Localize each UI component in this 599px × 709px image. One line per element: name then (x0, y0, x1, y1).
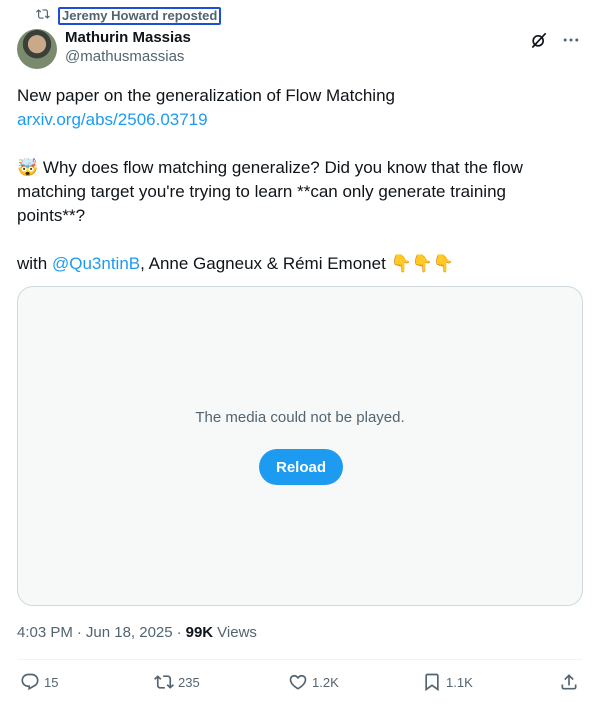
tweet-top-icons (529, 30, 581, 50)
tweet-date[interactable]: Jun 18, 2025 (86, 624, 173, 641)
repost-icon (36, 7, 50, 26)
tweet-text: New paper on the generalization of Flow … (17, 84, 577, 276)
bookmark-button[interactable]: 1.1K (422, 672, 473, 692)
author-handle[interactable]: @mathusmassias (65, 47, 191, 67)
like-button[interactable]: 1.2K (288, 672, 339, 692)
author-name[interactable]: Mathurin Massias (65, 29, 191, 47)
author-block: Mathurin Massias @mathusmassias (65, 29, 191, 67)
tweet-meta: 4:03 PM · Jun 18, 2025 · 99K Views (17, 624, 257, 641)
more-options-icon[interactable] (561, 30, 581, 50)
repost-indicator: Jeremy Howard reposted (36, 6, 222, 26)
reply-button[interactable]: 15 (20, 672, 58, 692)
tweet-line-1: New paper on the generalization of Flow … (17, 86, 395, 105)
paper-link[interactable]: arxiv.org/abs/2506.03719 (17, 110, 208, 129)
tweet-question-text: Why does flow matching generalize? Did y… (17, 158, 523, 225)
views-label: Views (217, 624, 257, 641)
share-icon (559, 672, 579, 692)
tweet-with-line: with @Qu3ntinB, Anne Gagneux & Rémi Emon… (17, 252, 577, 276)
reply-count: 15 (44, 674, 59, 690)
repost-label[interactable]: Jeremy Howard reposted (58, 7, 222, 25)
share-button[interactable] (559, 672, 579, 692)
media-error-message: The media could not be played. (195, 409, 405, 426)
bookmark-count: 1.1K (446, 674, 473, 690)
pointing-down-emojis: 👇👇👇 (390, 254, 455, 274)
repost-count: 235 (178, 674, 200, 690)
media-container[interactable]: The media could not be played. Reload (17, 286, 583, 606)
repost-button[interactable]: 235 (154, 672, 200, 692)
bookmark-icon (422, 672, 442, 692)
reply-icon (20, 672, 40, 692)
mention-link[interactable]: @Qu3ntinB (52, 254, 140, 273)
action-bar: 15 235 1.2K 1.1K (20, 672, 579, 698)
reload-button[interactable]: Reload (259, 449, 343, 485)
like-count: 1.2K (312, 674, 339, 690)
exploding-head-emoji: 🤯 (17, 158, 39, 178)
meta-separator: · (176, 624, 182, 641)
tweet-question: 🤯 Why does flow matching generalize? Did… (17, 156, 577, 228)
repost-icon (154, 672, 174, 692)
meta-separator: · (76, 624, 82, 641)
views-count: 99K (185, 624, 214, 641)
tweet-time[interactable]: 4:03 PM (17, 624, 73, 641)
heart-icon (288, 672, 308, 692)
divider (17, 659, 582, 660)
grok-icon[interactable] (529, 30, 549, 50)
with-prefix: with (17, 254, 52, 273)
coauthors-text: , Anne Gagneux & Rémi Emonet (140, 254, 391, 273)
avatar[interactable] (17, 29, 57, 69)
